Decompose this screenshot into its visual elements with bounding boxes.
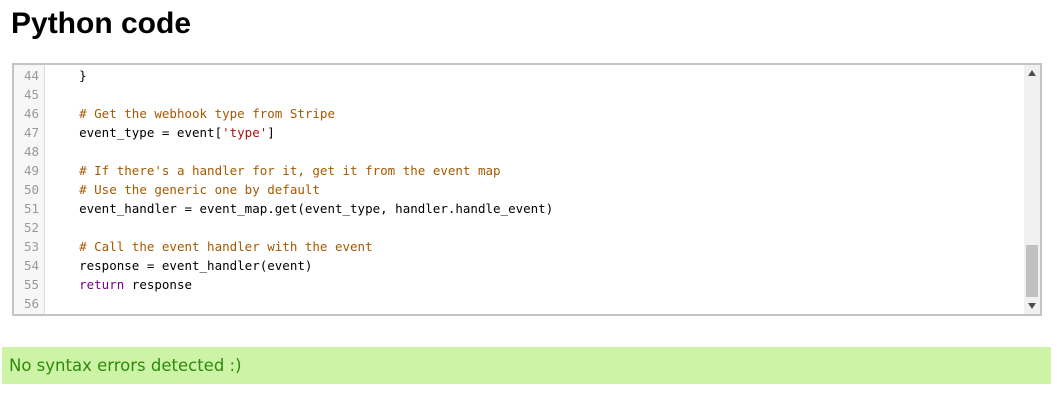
code-token-plain: response: [124, 277, 192, 292]
code-line[interactable]: 44 }: [14, 66, 1024, 85]
syntax-status-bar: No syntax errors detected :): [2, 347, 1051, 384]
code-token-plain: event_type = event[: [49, 125, 223, 140]
line-text: return response: [49, 275, 192, 294]
line-number: 54: [23, 258, 39, 273]
code-token-comment: # Get the webhook type from Stripe: [79, 106, 335, 121]
scroll-up-button[interactable]: [1024, 65, 1040, 81]
triangle-up-icon: [1028, 70, 1036, 76]
code-token-plain: response = event_handler(event): [49, 258, 313, 273]
code-token-comment: # Use the generic one by default: [79, 182, 320, 197]
code-token-plain: }: [49, 68, 87, 83]
line-number: 55: [23, 277, 39, 292]
code-area[interactable]: 44 } 45 46 # Get the webhook type from Str…: [14, 65, 1024, 314]
code-line[interactable]: 50 # Use the generic one by default: [14, 180, 1024, 199]
line-number: 44: [23, 68, 39, 83]
code-token-string: 'type': [222, 125, 268, 140]
line-number: 47: [23, 125, 39, 140]
line-text: response = event_handler(event): [49, 256, 312, 275]
code-token-plain: ]: [267, 125, 275, 140]
triangle-down-icon: [1028, 303, 1036, 309]
line-number: 51: [23, 201, 39, 216]
line-text: event_handler = event_map.get(event_type…: [49, 199, 553, 218]
code-line[interactable]: 49 # If there's a handler for it, get it…: [14, 161, 1024, 180]
line-number: 53: [23, 239, 39, 254]
line-number: 56: [23, 296, 39, 311]
code-line[interactable]: 53 # Call the event handler with the eve…: [14, 237, 1024, 256]
line-number: 45: [23, 87, 39, 102]
line-text: event_type = event['type']: [49, 123, 275, 142]
line-number: 48: [23, 144, 39, 159]
line-number: 52: [23, 220, 39, 235]
scroll-down-button[interactable]: [1024, 298, 1040, 314]
page-title: Python code: [11, 7, 192, 40]
line-text: # Call the event handler with the event: [49, 237, 373, 256]
code-editor[interactable]: 44 } 45 46 # Get the webhook type from Str…: [12, 63, 1042, 316]
status-message: No syntax errors detected :): [9, 356, 242, 375]
line-text: # If there's a handler for it, get it fr…: [49, 161, 501, 180]
code-token-comment: # Call the event handler with the event: [79, 239, 373, 254]
line-number: 50: [23, 182, 39, 197]
code-line[interactable]: 45: [14, 85, 1024, 104]
line-number: 46: [23, 106, 39, 121]
scroll-thumb[interactable]: [1026, 245, 1038, 297]
code-line[interactable]: 52: [14, 218, 1024, 237]
code-line[interactable]: 54 response = event_handler(event): [14, 256, 1024, 275]
code-line[interactable]: 56: [14, 294, 1024, 313]
code-line[interactable]: 46 # Get the webhook type from Stripe: [14, 104, 1024, 123]
code-token-comment: # If there's a handler for it, get it fr…: [79, 163, 501, 178]
line-text: # Get the webhook type from Stripe: [49, 104, 335, 123]
vertical-scrollbar[interactable]: [1024, 65, 1040, 314]
code-line[interactable]: 51 event_handler = event_map.get(event_t…: [14, 199, 1024, 218]
code-line[interactable]: 55 return response: [14, 275, 1024, 294]
line-number: 49: [23, 163, 39, 178]
code-token-keyword: return: [79, 277, 125, 292]
code-line[interactable]: 47 event_type = event['type']: [14, 123, 1024, 142]
line-text: }: [49, 66, 87, 85]
line-text: # Use the generic one by default: [49, 180, 320, 199]
code-token-plain: event_handler = event_map.get(event_type…: [49, 201, 554, 216]
code-line[interactable]: 48: [14, 142, 1024, 161]
